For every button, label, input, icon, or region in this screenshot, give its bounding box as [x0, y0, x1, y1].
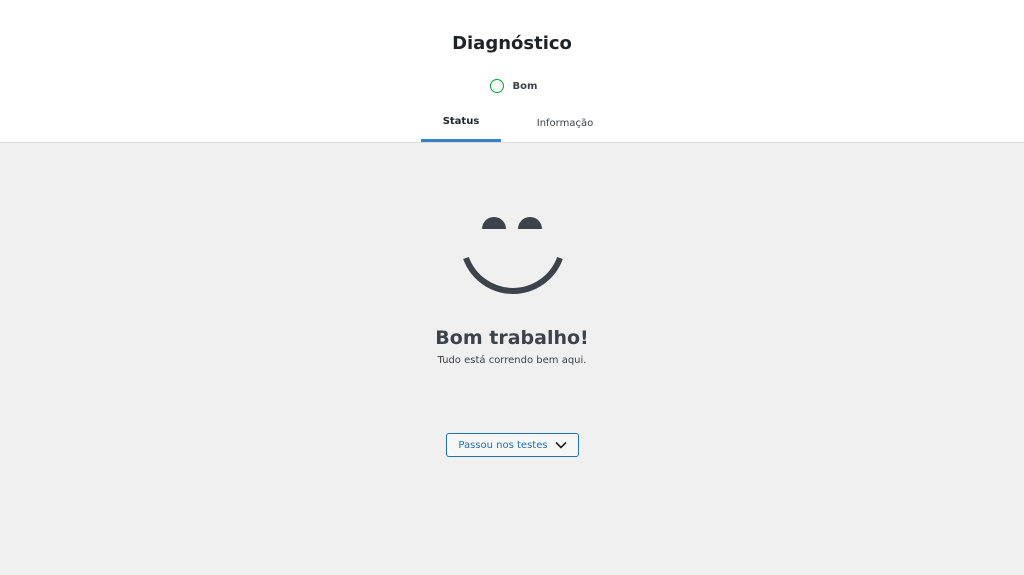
page-title: Diagnóstico — [452, 33, 572, 54]
result-title: Bom trabalho! — [435, 327, 589, 349]
right-eye-icon — [518, 217, 542, 229]
chevron-down-icon — [555, 441, 567, 449]
health-status: Bom — [0, 79, 1024, 93]
tab-information[interactable]: Informação — [501, 104, 629, 142]
smile-mouth-icon — [463, 256, 563, 294]
tab-bar: Status Informação — [421, 104, 629, 142]
status-circle-icon — [489, 79, 504, 93]
tab-status[interactable]: Status — [421, 104, 501, 142]
left-eye-icon — [482, 217, 506, 229]
smiley-face-icon — [463, 217, 563, 294]
result-subtitle: Tudo está correndo bem aqui. — [437, 355, 587, 366]
passed-tests-button[interactable]: Passou nos testes — [446, 433, 579, 457]
passed-tests-label: Passou nos testes — [458, 439, 548, 451]
status-label: Bom — [512, 80, 538, 92]
site-health-header: Diagnóstico Bom Status Informação — [0, 0, 1024, 143]
